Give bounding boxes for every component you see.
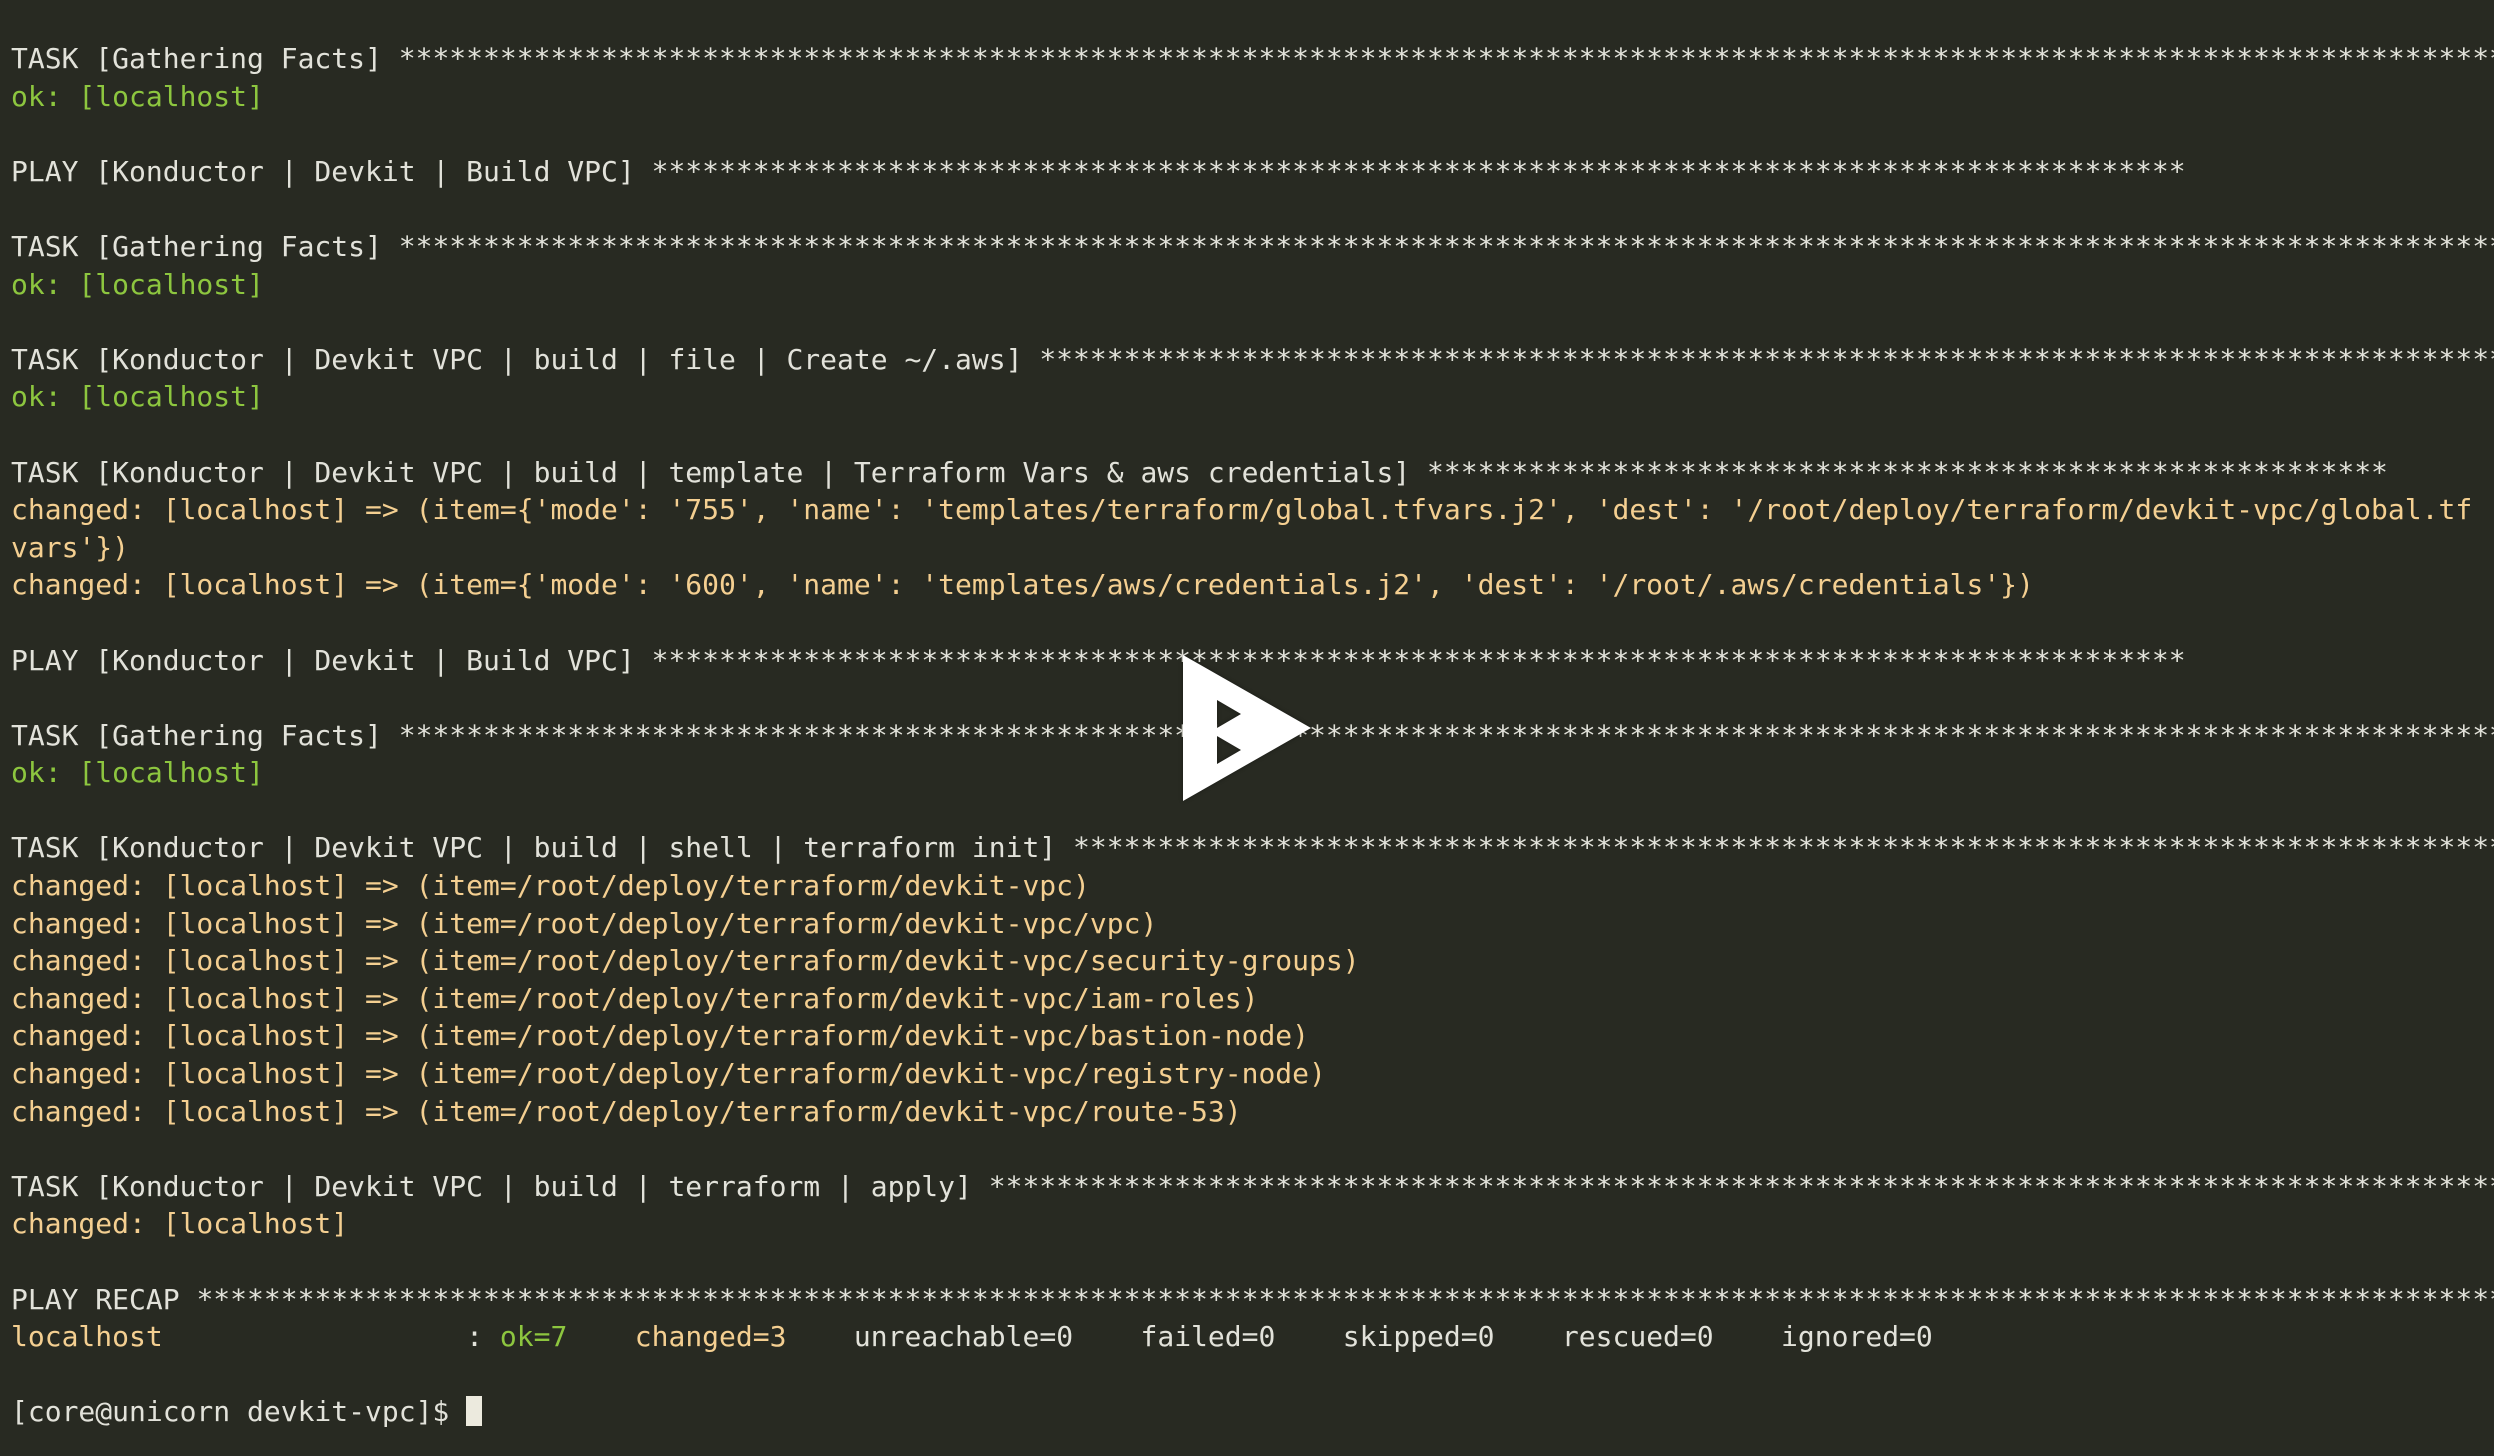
video-play-overlay[interactable] <box>0 0 2494 1456</box>
play-icon[interactable] <box>1181 653 1313 803</box>
terminal-screen: TASK [Gathering Facts] *****************… <box>0 0 2494 1456</box>
